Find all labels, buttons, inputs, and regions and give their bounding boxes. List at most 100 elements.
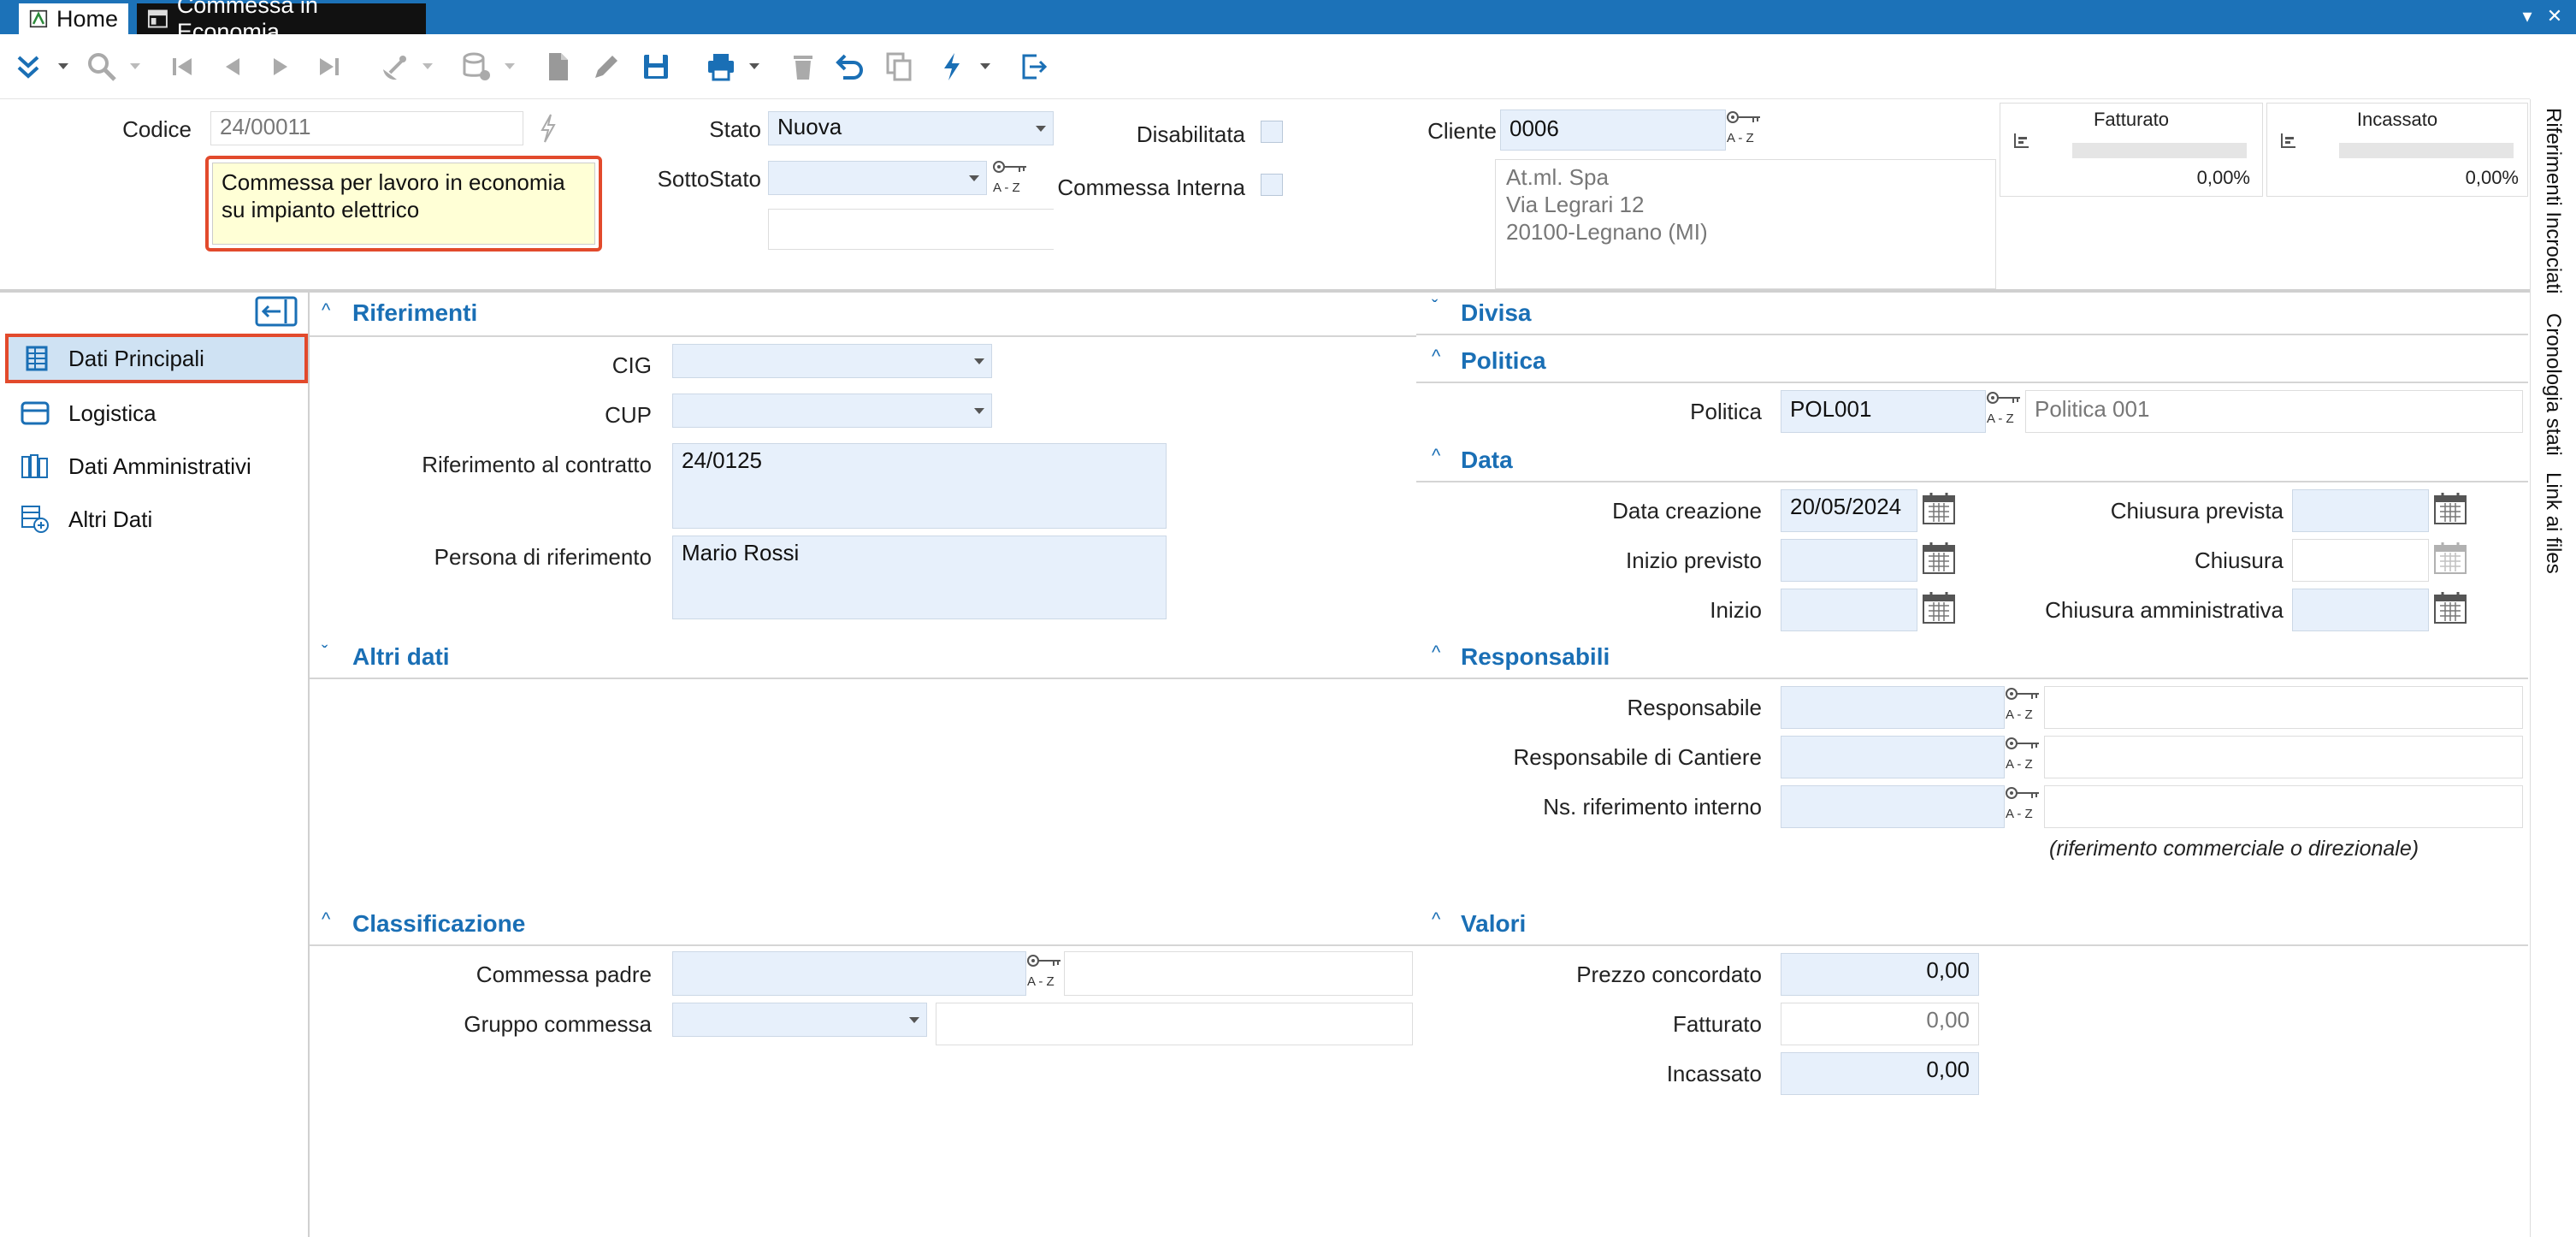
next-record-icon[interactable] bbox=[262, 47, 301, 86]
calendar-icon[interactable] bbox=[1921, 590, 1957, 632]
panel-toggle-icon[interactable] bbox=[2279, 129, 2298, 156]
chiusura-prevista-field[interactable] bbox=[2292, 489, 2429, 532]
chevron-down-icon[interactable] bbox=[501, 55, 518, 79]
stato-select[interactable]: Nuova bbox=[768, 111, 1054, 145]
satellite-icon[interactable] bbox=[375, 47, 414, 86]
copy-icon[interactable] bbox=[879, 47, 919, 86]
section-responsabili-title[interactable]: Responsabili bbox=[1461, 643, 1610, 671]
chevron-down-icon[interactable]: ˇ bbox=[322, 642, 328, 664]
responsabile-label: Responsabile bbox=[1627, 695, 1762, 720]
chevron-up-icon[interactable]: ^ bbox=[1432, 909, 1440, 931]
chiusura-amministrativa-field[interactable] bbox=[2292, 589, 2429, 631]
tab-list-dropdown-icon[interactable]: ▾ bbox=[2516, 5, 2538, 27]
commessa-interna-checkbox[interactable] bbox=[1261, 174, 1283, 196]
sidebar-item-dati-principali[interactable]: Dati Principali bbox=[5, 334, 308, 383]
responsabile-cantiere-field[interactable] bbox=[1781, 736, 2005, 778]
cig-label: CIG bbox=[612, 352, 652, 378]
chevron-down-icon[interactable] bbox=[55, 55, 72, 79]
database-settings-icon[interactable] bbox=[457, 47, 496, 86]
tab-commessa[interactable]: Commessa in Economia bbox=[137, 0, 426, 44]
incassato-card-title: Incassato bbox=[2356, 109, 2438, 130]
lightning-icon[interactable] bbox=[535, 111, 561, 145]
gruppo-commessa-select[interactable] bbox=[672, 1003, 927, 1037]
ns-riferimento-field[interactable] bbox=[1781, 785, 2005, 828]
tab-riferimenti-incrociati[interactable]: Riferimenti Incrociati bbox=[2541, 108, 2565, 293]
tab-link-ai-files[interactable]: Link ai files bbox=[2541, 472, 2565, 574]
inizio-previsto-field[interactable] bbox=[1781, 539, 1917, 582]
section-data-title[interactable]: Data bbox=[1461, 447, 1513, 474]
undo-icon[interactable] bbox=[831, 47, 871, 86]
header-divider bbox=[0, 289, 2530, 293]
sidebar-item-logistica[interactable]: Logistica bbox=[5, 388, 308, 438]
chevron-down-icon[interactable] bbox=[127, 55, 144, 79]
chevron-down-icon[interactable] bbox=[977, 55, 994, 79]
calendar-icon[interactable] bbox=[2432, 491, 2468, 533]
delete-trash-icon[interactable] bbox=[783, 47, 823, 86]
section-divider bbox=[310, 944, 1416, 946]
key-az-lookup-icon[interactable]: A - Z bbox=[2005, 785, 2042, 829]
tab-cronologia-stati[interactable]: Cronologia stati bbox=[2541, 313, 2565, 456]
section-divisa-title[interactable]: Divisa bbox=[1461, 299, 1532, 327]
responsabile-field[interactable] bbox=[1781, 686, 2005, 729]
chevron-down-icon[interactable]: ˇ bbox=[1432, 296, 1438, 318]
commessa-padre-field[interactable] bbox=[672, 951, 1026, 996]
chevron-up-icon[interactable]: ^ bbox=[1432, 346, 1440, 368]
prezzo-concordato-field[interactable]: 0,00 bbox=[1781, 953, 1979, 996]
section-politica-title[interactable]: Politica bbox=[1461, 347, 1546, 375]
codice-field[interactable]: 24/00011 bbox=[210, 111, 523, 145]
section-valori-title[interactable]: Valori bbox=[1461, 910, 1526, 938]
data-creazione-field[interactable]: 20/05/2024 bbox=[1781, 489, 1917, 532]
save-icon[interactable] bbox=[636, 47, 676, 86]
collapse-sidebar-icon[interactable] bbox=[255, 296, 298, 327]
search-icon[interactable] bbox=[82, 47, 121, 86]
chevron-up-icon[interactable]: ^ bbox=[322, 909, 330, 931]
inizio-field[interactable] bbox=[1781, 589, 1917, 631]
lightning-actions-icon[interactable] bbox=[932, 47, 972, 86]
sidebar-item-altri-dati[interactable]: Altri Dati bbox=[5, 494, 308, 544]
tab-home[interactable]: Home bbox=[19, 3, 128, 34]
disabilitata-checkbox[interactable] bbox=[1261, 121, 1283, 143]
key-az-lookup-icon[interactable]: A - Z bbox=[2005, 686, 2042, 730]
politica-code-field[interactable]: POL001 bbox=[1781, 390, 1986, 433]
persona-riferimento-label: Persona di riferimento bbox=[434, 544, 652, 570]
cliente-field[interactable]: 0006 bbox=[1500, 109, 1726, 151]
last-record-icon[interactable] bbox=[310, 47, 349, 86]
expand-all-icon[interactable] bbox=[9, 47, 48, 86]
persona-riferimento-field[interactable]: Mario Rossi bbox=[672, 536, 1167, 619]
calendar-icon[interactable] bbox=[1921, 491, 1957, 533]
section-classificazione-title[interactable]: Classificazione bbox=[352, 910, 525, 938]
previous-record-icon[interactable] bbox=[212, 47, 251, 86]
key-az-lookup-icon[interactable]: A - Z bbox=[1726, 109, 1764, 153]
chevron-down-icon[interactable] bbox=[419, 55, 436, 79]
first-record-icon[interactable] bbox=[162, 47, 202, 86]
calendar-icon[interactable] bbox=[1921, 541, 1957, 583]
key-az-lookup-icon[interactable]: A - Z bbox=[1986, 390, 2024, 434]
chevron-up-icon[interactable]: ^ bbox=[1432, 642, 1440, 664]
print-icon[interactable] bbox=[701, 47, 741, 86]
chevron-down-icon[interactable] bbox=[746, 55, 763, 79]
key-az-lookup-icon[interactable]: A - Z bbox=[1026, 953, 1064, 997]
section-divider bbox=[310, 335, 1416, 337]
sidebar-item-dati-amministrativi[interactable]: Dati Amministrativi bbox=[5, 441, 308, 491]
key-az-lookup-icon[interactable]: A - Z bbox=[992, 159, 1030, 203]
cup-select[interactable] bbox=[672, 394, 992, 428]
responsabili-note: (riferimento commerciale o direzionale) bbox=[2049, 837, 2419, 861]
descrizione-textarea[interactable]: Commessa per lavoro in economia su impia… bbox=[212, 163, 595, 245]
edit-pencil-icon[interactable] bbox=[587, 47, 626, 86]
chevron-up-icon[interactable]: ^ bbox=[1432, 445, 1440, 467]
new-document-icon[interactable] bbox=[539, 47, 578, 86]
table-grid-icon bbox=[26, 346, 48, 371]
riferimento-contratto-field[interactable]: 24/0125 bbox=[672, 443, 1167, 529]
calendar-icon[interactable] bbox=[2432, 590, 2468, 632]
panel-toggle-icon[interactable] bbox=[2012, 129, 2031, 156]
section-riferimenti-title[interactable]: Riferimenti bbox=[352, 299, 477, 327]
cig-select[interactable] bbox=[672, 344, 992, 378]
incassato-label: Incassato bbox=[1666, 1061, 1762, 1086]
section-altri-dati-title[interactable]: Altri dati bbox=[352, 643, 450, 671]
key-az-lookup-icon[interactable]: A - Z bbox=[2005, 736, 2042, 779]
chevron-up-icon[interactable]: ^ bbox=[322, 299, 330, 322]
close-icon[interactable]: ✕ bbox=[2544, 5, 2566, 27]
incassato-field[interactable]: 0,00 bbox=[1781, 1052, 1979, 1095]
sottostato-select[interactable] bbox=[768, 161, 987, 195]
exit-icon[interactable] bbox=[1014, 47, 1054, 86]
